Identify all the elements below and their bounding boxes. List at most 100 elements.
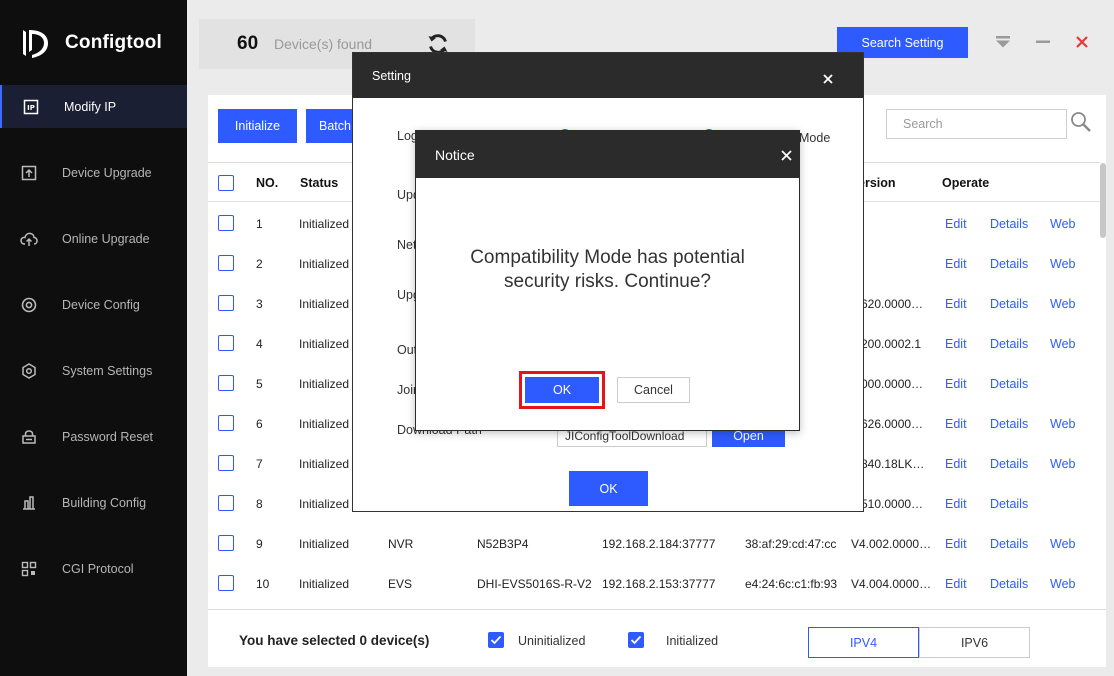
sidebar-item-cgi-protocol[interactable]: CGI Protocol xyxy=(0,547,187,590)
row-checkbox[interactable] xyxy=(218,375,234,391)
details-link[interactable]: Details xyxy=(990,337,1028,351)
details-link[interactable]: Details xyxy=(990,377,1028,391)
column-no: NO. xyxy=(256,176,279,190)
ip-icon: IP xyxy=(22,98,40,116)
row-checkbox[interactable] xyxy=(218,535,234,551)
edit-link[interactable]: Edit xyxy=(945,537,967,551)
row-checkbox[interactable] xyxy=(218,575,234,591)
cell-mac: 38:af:29:cd:47:cc xyxy=(745,537,837,551)
sidebar-item-label: CGI Protocol xyxy=(62,561,134,576)
initialize-button[interactable]: Initialize xyxy=(218,109,297,143)
sidebar-item-label: Building Config xyxy=(62,495,147,510)
details-link[interactable]: Details xyxy=(990,297,1028,311)
notice-cancel-button[interactable]: Cancel xyxy=(617,377,690,403)
details-link[interactable]: Details xyxy=(990,537,1028,551)
app-name: Configtool xyxy=(65,32,162,53)
notice-dialog: Notice Compatibility Mode has potential … xyxy=(415,130,800,431)
sidebar-item-online-upgrade[interactable]: Online Upgrade xyxy=(0,217,187,260)
setting-ok-button[interactable]: OK xyxy=(569,471,648,506)
cell-status: Initialized xyxy=(299,337,350,351)
details-link[interactable]: Details xyxy=(990,417,1028,431)
cell-no: 5 xyxy=(256,377,263,391)
sidebar-item-label: Device Config xyxy=(62,297,140,312)
edit-link[interactable]: Edit xyxy=(945,217,967,231)
cell-status: Initialized xyxy=(299,497,350,511)
edit-link[interactable]: Edit xyxy=(945,417,967,431)
cell-no: 6 xyxy=(256,417,263,431)
close-icon[interactable] xyxy=(1072,32,1092,52)
table-row[interactable]: 10 Initialized EVS DHI-EVS5016S-R-V2 192.168… xyxy=(208,563,1100,603)
edit-link[interactable]: Edit xyxy=(945,297,967,311)
sidebar-item-label: System Settings xyxy=(62,363,153,378)
web-link[interactable]: Web xyxy=(1050,217,1075,231)
setting-dialog-title: Setting xyxy=(372,69,411,83)
setting-close-icon[interactable] xyxy=(820,71,836,87)
sidebar-item-device-upgrade[interactable]: Device Upgrade xyxy=(0,151,187,194)
cloud-upgrade-icon xyxy=(20,230,38,248)
building-icon xyxy=(20,494,38,512)
sidebar-item-label: Password Reset xyxy=(62,429,154,444)
web-link[interactable]: Web xyxy=(1050,577,1075,591)
cell-status: Initialized xyxy=(299,537,350,551)
details-link[interactable]: Details xyxy=(990,457,1028,471)
cell-status: Initialized xyxy=(299,297,350,311)
lock-icon xyxy=(20,428,38,446)
cell-no: 9 xyxy=(256,537,263,551)
details-link[interactable]: Details xyxy=(990,217,1028,231)
web-link[interactable]: Web xyxy=(1050,297,1075,311)
uninitialized-checkbox[interactable] xyxy=(488,632,504,648)
cell-mac: e4:24:6c:c1:fb:93 xyxy=(745,577,838,591)
sidebar-item-modify-ip[interactable]: IP Modify IP xyxy=(0,85,187,128)
row-checkbox[interactable] xyxy=(218,335,234,351)
sidebar-item-building-config[interactable]: Building Config xyxy=(0,481,187,524)
details-link[interactable]: Details xyxy=(990,497,1028,511)
web-link[interactable]: Web xyxy=(1050,417,1075,431)
web-link[interactable]: Web xyxy=(1050,537,1075,551)
sidebar-item-system-settings[interactable]: System Settings xyxy=(0,349,187,392)
minimize-icon[interactable] xyxy=(1033,32,1053,52)
sidebar-item-device-config[interactable]: Device Config xyxy=(0,283,187,326)
cell-no: 7 xyxy=(256,457,263,471)
row-checkbox[interactable] xyxy=(218,455,234,471)
sidebar-item-password-reset[interactable]: Password Reset xyxy=(0,415,187,458)
cell-no: 10 xyxy=(256,577,270,591)
column-operate: Operate xyxy=(942,176,990,190)
search-icon[interactable] xyxy=(1070,111,1092,133)
cell-model: DHI-EVS5016S-R-V2 xyxy=(477,577,592,591)
web-link[interactable]: Web xyxy=(1050,337,1075,351)
edit-link[interactable]: Edit xyxy=(945,337,967,351)
table-row[interactable]: 9 Initialized NVR N52B3P4 192.168.2.184:3777… xyxy=(208,523,1100,563)
row-checkbox[interactable] xyxy=(218,295,234,311)
edit-link[interactable]: Edit xyxy=(945,377,967,391)
edit-link[interactable]: Edit xyxy=(945,577,967,591)
cell-no: 4 xyxy=(256,337,263,351)
column-status: Status xyxy=(300,176,339,190)
notice-close-icon[interactable] xyxy=(778,147,794,163)
ipv6-tab[interactable]: IPV6 xyxy=(919,627,1030,658)
details-link[interactable]: Details xyxy=(990,257,1028,271)
cell-status: Initialized xyxy=(299,257,350,271)
edit-link[interactable]: Edit xyxy=(945,457,967,471)
cell-no: 8 xyxy=(256,497,263,511)
notice-ok-button[interactable]: OK xyxy=(525,377,599,403)
details-link[interactable]: Details xyxy=(990,577,1028,591)
row-checkbox[interactable] xyxy=(218,415,234,431)
row-checkbox[interactable] xyxy=(218,495,234,511)
cell-no: 3 xyxy=(256,297,263,311)
edit-link[interactable]: Edit xyxy=(945,257,967,271)
ipv4-tab[interactable]: IPV4 xyxy=(808,627,919,658)
row-checkbox[interactable] xyxy=(218,255,234,271)
dropdown-menu-icon[interactable] xyxy=(993,32,1013,52)
sidebar-item-label: Online Upgrade xyxy=(62,231,150,246)
notice-dialog-title: Notice xyxy=(435,147,475,163)
web-link[interactable]: Web xyxy=(1050,257,1075,271)
row-checkbox[interactable] xyxy=(218,215,234,231)
table-scrollbar[interactable] xyxy=(1100,163,1106,238)
edit-link[interactable]: Edit xyxy=(945,497,967,511)
cell-status: Initialized xyxy=(299,417,350,431)
initialized-checkbox[interactable] xyxy=(628,632,644,648)
search-input[interactable]: Search xyxy=(886,109,1067,139)
uninitialized-label: Uninitialized xyxy=(518,634,586,648)
web-link[interactable]: Web xyxy=(1050,457,1075,471)
select-all-checkbox[interactable] xyxy=(218,175,234,191)
